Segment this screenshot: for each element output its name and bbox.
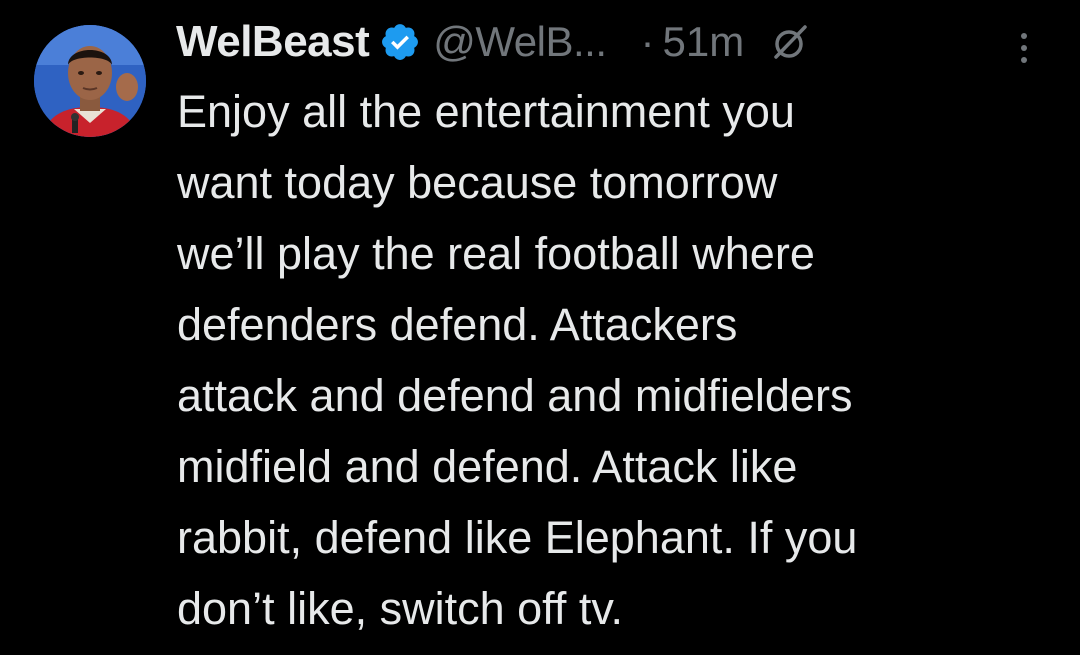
avatar[interactable] [34, 25, 146, 137]
author-handle[interactable]: @WelB... [433, 18, 607, 66]
tweet-text-line: want today because tomorrow [177, 157, 778, 208]
tweet[interactable]: WelBeast @WelB... · 51m Enjoy all the en… [0, 0, 1080, 655]
tweet-text-line: we’ll play the real football where [177, 228, 815, 279]
grok-icon[interactable] [770, 22, 810, 62]
timestamp[interactable]: 51m [663, 18, 745, 66]
tweet-text-line: don’t like, switch off tv. [177, 583, 624, 634]
more-vertical-icon[interactable] [1012, 28, 1036, 68]
tweet-text-line: attack and defend and midfielders [177, 370, 853, 421]
separator-dot: · [640, 18, 655, 65]
tweet-text-line: rabbit, defend like Elephant. If you [177, 512, 858, 563]
avatar-image [34, 25, 146, 137]
tweet-text-line: midfield and defend. Attack like [177, 441, 798, 492]
tweet-text-line: defenders defend. Attackers [177, 299, 738, 350]
tweet-header: WelBeast @WelB... · 51m [176, 14, 810, 70]
author-display-name[interactable]: WelBeast [176, 17, 370, 67]
verified-badge-icon[interactable] [379, 21, 421, 63]
tweet-text-line: Enjoy all the entertainment you [177, 86, 795, 137]
tweet-text: Enjoy all the entertainment you want tod… [177, 76, 1057, 644]
